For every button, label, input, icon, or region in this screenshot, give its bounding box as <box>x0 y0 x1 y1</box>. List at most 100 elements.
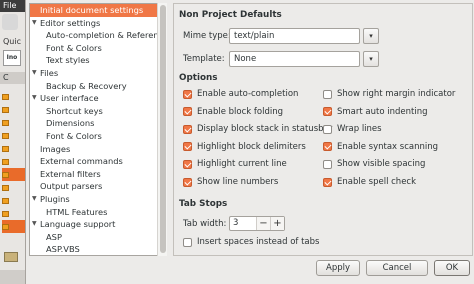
folder-icon <box>2 223 9 230</box>
mime-type-label: Mime type: <box>183 31 231 41</box>
options-title: Options <box>179 73 218 83</box>
template-combo[interactable]: None <box>229 51 360 67</box>
option-checkbox[interactable] <box>323 89 332 99</box>
tree-item[interactable]: External commands <box>30 155 166 168</box>
tree-item[interactable]: ▼ Files <box>30 67 166 80</box>
insert-spaces-checkbox[interactable] <box>183 237 192 247</box>
option-label: Highlight current line <box>197 159 287 170</box>
tree-item[interactable]: HTML Features <box>30 206 166 219</box>
tree-item-label: Language support <box>40 219 116 230</box>
mime-type-combo[interactable]: text/plain <box>229 28 360 44</box>
tree-item-label: ASP.VBS <box>46 244 80 255</box>
option-checkbox[interactable] <box>323 124 332 134</box>
tree-item[interactable]: ▼ Editor settings <box>30 17 166 30</box>
option-left-0[interactable]: Enable auto-completion <box>183 88 298 100</box>
option-right-0[interactable]: Show right margin indicator <box>323 88 455 100</box>
tree-item[interactable]: Font & Colors <box>30 130 166 143</box>
option-right-4[interactable]: Show visible spacing <box>323 158 425 170</box>
option-label: Smart auto indenting <box>337 106 428 117</box>
tree-item[interactable]: Shortcut keys <box>30 105 166 118</box>
option-right-1[interactable]: Smart auto indenting <box>323 106 427 118</box>
tree-item-label: User interface <box>40 93 99 104</box>
settings-panel: Non Project Defaults Mime type: text/pla… <box>173 3 473 256</box>
option-checkbox[interactable] <box>323 107 332 117</box>
tree-item[interactable]: ▼ Language support <box>30 218 166 231</box>
option-label: Wrap lines <box>337 124 382 135</box>
tree-item-label: Files <box>40 67 59 78</box>
cancel-button[interactable]: Cancel <box>366 260 428 276</box>
template-dropdown-button[interactable]: ▾ <box>363 51 379 67</box>
tree-item[interactable]: Backup & Recovery <box>30 80 166 93</box>
tree-scrollbar[interactable] <box>157 3 167 256</box>
option-checkbox[interactable] <box>183 124 192 134</box>
folder-icon <box>2 210 9 217</box>
tab-width-decrement-button[interactable]: − <box>256 217 270 230</box>
chevron-down-icon: ▾ <box>369 55 373 63</box>
option-right-3[interactable]: Enable syntax scanning <box>323 141 438 153</box>
tree-item[interactable]: Initial document settings <box>30 4 166 17</box>
insert-spaces-label: Insert spaces instead of tabs <box>197 237 320 247</box>
folder-icon <box>2 93 9 100</box>
tree-item[interactable]: Auto-completion & Reference <box>30 29 166 42</box>
option-left-3[interactable]: Highlight block delimiters <box>183 141 306 153</box>
option-left-4[interactable]: Highlight current line <box>183 158 287 170</box>
option-right-2[interactable]: Wrap lines <box>323 123 382 135</box>
folder-icon <box>2 106 9 113</box>
tree-item[interactable]: ▼ User interface <box>30 92 166 105</box>
tree-item-label: External filters <box>40 168 101 179</box>
tab-width-increment-button[interactable]: + <box>270 217 284 230</box>
option-checkbox[interactable] <box>323 142 332 152</box>
option-checkbox[interactable] <box>323 177 332 187</box>
tree-item-label: Backup & Recovery <box>46 80 127 91</box>
option-checkbox[interactable] <box>183 159 192 169</box>
option-left-5[interactable]: Show line numbers <box>183 176 278 188</box>
option-checkbox[interactable] <box>183 142 192 152</box>
tab-stops-title: Tab Stops <box>179 199 228 209</box>
folder-icon <box>2 132 9 139</box>
expand-arrow-icon[interactable]: ▼ <box>32 92 37 105</box>
option-checkbox[interactable] <box>183 177 192 187</box>
tree-item[interactable]: Images <box>30 143 166 156</box>
mime-type-dropdown-button[interactable]: ▾ <box>363 28 379 44</box>
tree-item[interactable]: Font & Colors <box>30 42 166 55</box>
preferences-dialog: Initial document settings ▼ Editor setting… <box>25 0 474 284</box>
tree-item[interactable]: ASP <box>30 231 166 244</box>
tree-item-label: Output parsers <box>40 181 103 192</box>
tree-item[interactable]: External filters <box>30 168 166 181</box>
tree-item-label: Font & Colors <box>46 130 102 141</box>
bg-toolbar-icon[interactable] <box>2 14 18 30</box>
tree-item[interactable]: Output parsers <box>30 180 166 193</box>
option-label: Highlight block delimiters <box>197 141 306 152</box>
tree-item-label: Shortcut keys <box>46 105 103 116</box>
tree-scrollbar-thumb[interactable] <box>160 5 166 253</box>
tree-item[interactable]: ▼ Plugins <box>30 193 166 206</box>
tree-item-label: Plugins <box>40 193 70 204</box>
folder-icon <box>2 184 9 191</box>
option-checkbox[interactable] <box>183 107 192 117</box>
tab-width-label: Tab width: <box>183 219 227 229</box>
folder-icon <box>2 171 9 178</box>
category-tree[interactable]: Initial document settings ▼ Editor setting… <box>29 3 167 256</box>
option-checkbox[interactable] <box>323 159 332 169</box>
tab-width-value[interactable]: 3 <box>230 217 256 230</box>
option-right-5[interactable]: Enable spell check <box>323 176 416 188</box>
bg-inline-icon[interactable]: Ino <box>3 50 21 66</box>
tab-width-spinner[interactable]: 3 − + <box>229 216 285 231</box>
ok-button[interactable]: OK <box>434 260 470 276</box>
expand-arrow-icon[interactable]: ▼ <box>32 17 37 30</box>
tree-item[interactable]: Dimensions <box>30 117 166 130</box>
folder-icon[interactable] <box>4 252 18 262</box>
tree-item-label: Images <box>40 143 71 154</box>
apply-button[interactable]: Apply <box>316 260 360 276</box>
option-left-2[interactable]: Display block stack in statusbar <box>183 123 332 135</box>
option-checkbox[interactable] <box>183 89 192 99</box>
tree-item-label: Text styles <box>46 55 90 66</box>
expand-arrow-icon[interactable]: ▼ <box>32 218 37 231</box>
tree-item[interactable]: ASP.VBS <box>30 243 166 255</box>
expand-arrow-icon[interactable]: ▼ <box>32 193 37 206</box>
insert-spaces-option[interactable]: Insert spaces instead of tabs <box>183 236 319 248</box>
tree-item[interactable]: Text styles <box>30 54 166 67</box>
option-left-1[interactable]: Enable block folding <box>183 106 283 118</box>
expand-arrow-icon[interactable]: ▼ <box>32 67 37 80</box>
non-project-defaults-title: Non Project Defaults <box>179 10 282 20</box>
